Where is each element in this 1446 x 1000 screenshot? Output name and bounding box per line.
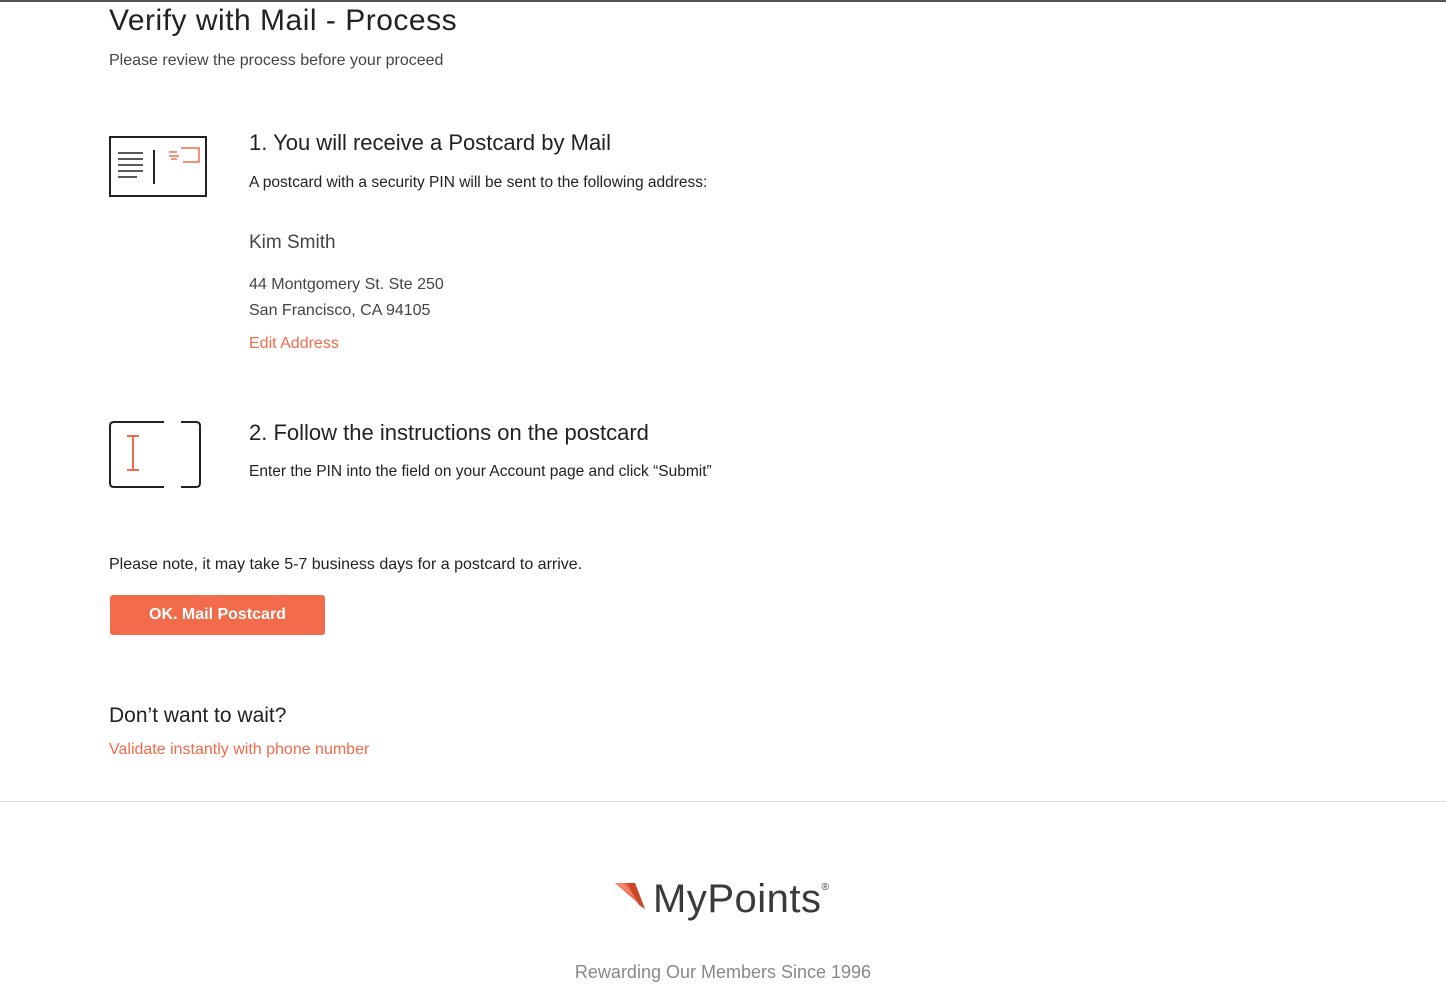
text-input-icon <box>109 421 201 488</box>
registered-mark: ® <box>821 881 829 893</box>
mypoints-logo-icon <box>615 883 645 909</box>
validate-phone-link[interactable]: Validate instantly with phone number <box>109 741 369 759</box>
page-title: Verify with Mail - Process <box>109 4 458 37</box>
top-border <box>0 0 1446 2</box>
footer-divider <box>0 801 1446 802</box>
page-subtitle: Please review the process before your pr… <box>109 52 444 69</box>
delivery-note: Please note, it may take 5-7 business da… <box>109 556 583 573</box>
mypoints-logo: MyPoints ® <box>615 874 829 924</box>
address-line2: San Francisco, CA 94105 <box>249 302 431 319</box>
alternative-heading: Don’t want to wait? <box>109 704 287 727</box>
logo-text: MyPoints <box>653 876 822 921</box>
footer-tagline: Rewarding Our Members Since 1996 <box>574 962 872 982</box>
postcard-icon <box>109 136 207 197</box>
address-line1: 44 Montgomery St. Ste 250 <box>249 276 444 293</box>
step1-heading: 1. You will receive a Postcard by Mail <box>249 130 611 155</box>
mail-postcard-button[interactable]: OK. Mail Postcard <box>110 595 325 635</box>
edit-address-link[interactable]: Edit Address <box>249 335 339 353</box>
step2-description: Enter the PIN into the field on your Acc… <box>249 463 712 480</box>
step1-description: A postcard with a security PIN will be s… <box>249 174 708 191</box>
address-name: Kim Smith <box>249 232 336 253</box>
step2-heading: 2. Follow the instructions on the postca… <box>249 420 649 445</box>
